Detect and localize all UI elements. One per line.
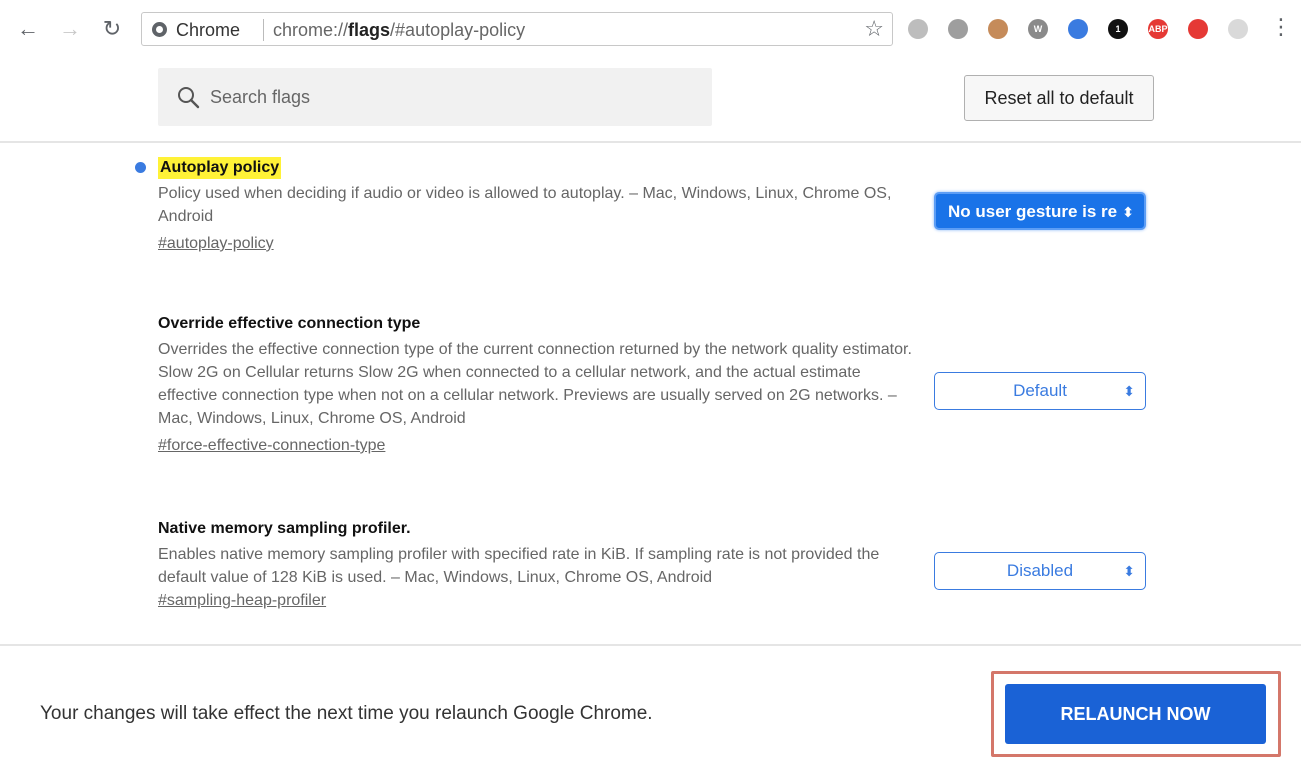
url-text: chrome://flags/#autoplay-policy: [273, 20, 526, 40]
ext-5-icon[interactable]: [1068, 19, 1088, 39]
ext-3-icon[interactable]: [988, 19, 1008, 39]
chrome-icon: [152, 22, 167, 37]
ext-1-icon[interactable]: [908, 19, 928, 39]
relaunch-message: Your changes will take effect the next t…: [40, 703, 653, 724]
flag-anchor-link[interactable]: #autoplay-policy: [158, 232, 274, 255]
modified-indicator-dot: [135, 162, 146, 173]
back-arrow-icon[interactable]: ←: [16, 16, 40, 42]
flag-title: Override effective connection type: [158, 315, 421, 332]
search-flags-box[interactable]: Search flags: [158, 68, 712, 126]
ext-7-icon[interactable]: ABP: [1148, 19, 1168, 39]
search-icon: [178, 87, 200, 109]
select-value: Default: [1013, 381, 1067, 400]
flag-connection-type: Override effective connection type Overr…: [158, 313, 918, 457]
browser-toolbar: ← → ↻ Chrome chrome://flags/#autoplay-po…: [0, 0, 1301, 58]
flag-anchor-link[interactable]: #force-effective-connection-type: [158, 434, 385, 457]
bookmark-star-icon[interactable]: ☆: [864, 16, 884, 42]
select-arrows-icon: ⬍: [1120, 194, 1134, 228]
flag-autoplay-policy: Autoplay policy Policy used when decidin…: [158, 157, 918, 255]
site-name: Chrome: [176, 20, 241, 40]
relaunch-now-button[interactable]: RELAUNCH NOW: [1005, 684, 1266, 744]
address-separator: [263, 19, 264, 41]
reset-all-button[interactable]: Reset all to default: [964, 75, 1154, 121]
footer-divider: [0, 644, 1301, 646]
ext-8-icon[interactable]: [1188, 19, 1208, 39]
select-value: No user gesture is re: [948, 202, 1118, 221]
ext-6-icon[interactable]: 1: [1108, 19, 1128, 39]
ext-4-icon[interactable]: W: [1028, 19, 1048, 39]
flag-sampling-profiler: Native memory sampling profiler. Enables…: [158, 518, 918, 612]
select-arrows-icon: ⬍: [1123, 563, 1135, 579]
connection-type-select[interactable]: Default ⬍: [934, 372, 1146, 410]
flag-description: Policy used when deciding if audio or vi…: [158, 185, 892, 225]
header-divider: [0, 141, 1301, 143]
address-bar[interactable]: Chrome chrome://flags/#autoplay-policy ☆: [141, 12, 893, 46]
select-value: Disabled: [1006, 561, 1074, 580]
flag-description: Overrides the effective connection type …: [158, 341, 912, 427]
flag-title: Native memory sampling profiler.: [158, 520, 411, 537]
kebab-menu-icon[interactable]: ⋮: [1270, 14, 1292, 40]
ext-2-icon[interactable]: [948, 19, 968, 39]
flag-title: Autoplay policy: [158, 157, 282, 179]
autoplay-policy-select[interactable]: No user gesture is re ⬍: [934, 192, 1146, 230]
search-input[interactable]: Search flags: [210, 87, 310, 108]
forward-arrow-icon[interactable]: →: [58, 16, 82, 42]
reload-icon[interactable]: ↻: [100, 16, 124, 42]
flag-description: Enables native memory sampling profiler …: [158, 546, 880, 586]
select-arrows-icon: ⬍: [1123, 383, 1135, 399]
sampling-profiler-select[interactable]: Disabled ⬍: [934, 552, 1146, 590]
flag-anchor-link[interactable]: #sampling-heap-profiler: [158, 589, 326, 612]
ext-9-icon[interactable]: [1228, 19, 1248, 39]
